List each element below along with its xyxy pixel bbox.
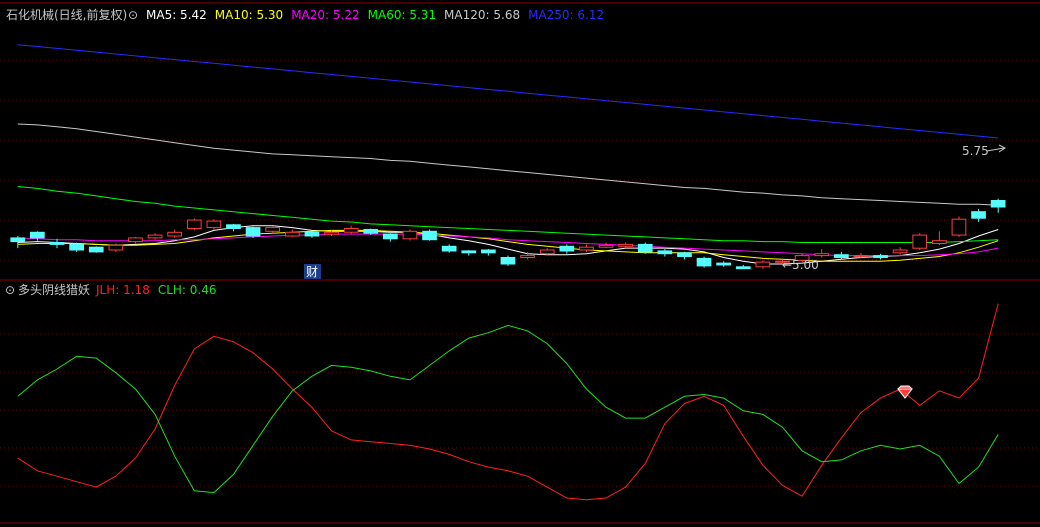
candle-down (88, 246, 104, 253)
candle-up (402, 230, 418, 240)
candle-down (30, 231, 45, 239)
candle-up (912, 234, 928, 249)
legend-clh: CLH: 0.46 (158, 283, 217, 297)
top-panel-legend: MA5: 5.42 MA10: 5.30 MA20: 5.22 MA60: 5.31 M… (146, 8, 604, 22)
bottom-panel-title: 多头阴线猎妖 (18, 283, 90, 297)
candle-down (10, 237, 26, 243)
candle-up (853, 255, 869, 258)
candle-down (441, 245, 457, 252)
candle-down (716, 262, 731, 266)
candle-up (265, 227, 280, 232)
candle-up (520, 255, 535, 259)
candle-up (932, 240, 947, 244)
candle-down (245, 227, 261, 237)
top-panel-header: 石化机械(日线,前复权) ⊙ MA5: 5.42 MA10: 5.30 MA20: … (6, 7, 604, 22)
legend-ma20: MA20: 5.22 (291, 8, 359, 22)
candle-up (539, 249, 555, 255)
candle-up (206, 220, 222, 229)
candle-down (696, 257, 712, 267)
legend-ma60: MA60: 5.31 (368, 8, 436, 22)
candle-down (971, 211, 986, 219)
candle-down (461, 250, 477, 254)
candle-up (343, 228, 359, 233)
candle-down (49, 242, 65, 245)
candle-up (598, 244, 614, 248)
candle-up (579, 246, 594, 251)
candle-down (481, 249, 496, 254)
candle-up (128, 237, 143, 243)
candle-down (500, 257, 516, 265)
candle-down (677, 252, 692, 258)
legend-ma5: MA5: 5.42 (146, 8, 207, 22)
candle-up (147, 234, 163, 239)
bottom-panel-header: ⊙ 多头阴线猎妖 JLH: 1.18 CLH: 0.46 (5, 283, 217, 297)
event-badge-label: 财 (306, 265, 318, 279)
candle-down (657, 250, 673, 255)
candle-down (735, 266, 751, 270)
candle-down (69, 243, 85, 251)
gem-signal-top-icon (897, 385, 913, 390)
candle-up (892, 249, 908, 254)
candle-up (324, 231, 339, 235)
candle-down (873, 255, 888, 259)
candle-up (814, 253, 830, 257)
bottom-panel-collapse-icon[interactable]: ⊙ (5, 283, 15, 297)
top-panel-collapse-icon[interactable]: ⊙ (128, 8, 138, 22)
candle-up (108, 244, 124, 251)
chart-canvas: 石化机械(日线,前复权) ⊙ MA5: 5.42 MA10: 5.30 MA20: … (0, 0, 1040, 527)
candle-down (834, 254, 849, 258)
event-badge[interactable]: 财 (304, 264, 321, 279)
candle-down (363, 229, 379, 234)
candle-up (285, 231, 300, 237)
legend-ma120: MA120: 5.68 (444, 8, 520, 22)
candle-down (422, 230, 437, 241)
high-price-marker: 5.75 (962, 144, 989, 158)
candle-down (637, 243, 653, 253)
candle-up (167, 231, 183, 237)
candle-up (951, 218, 967, 236)
candle-up (186, 219, 202, 230)
legend-ma250: MA250: 6.12 (528, 8, 604, 22)
candle-up (755, 261, 771, 268)
legend-ma10: MA10: 5.30 (215, 8, 283, 22)
candle-up (618, 243, 633, 247)
legend-jlh: JLH: 1.18 (95, 283, 150, 297)
candle-down (304, 231, 320, 237)
candle-down (990, 200, 1006, 208)
candle-down (559, 245, 575, 252)
candle-down (383, 233, 398, 240)
candle-down (226, 224, 241, 230)
low-price-marker: ←5.00 (782, 258, 819, 272)
top-panel-title: 石化机械(日线,前复权) (6, 7, 127, 22)
